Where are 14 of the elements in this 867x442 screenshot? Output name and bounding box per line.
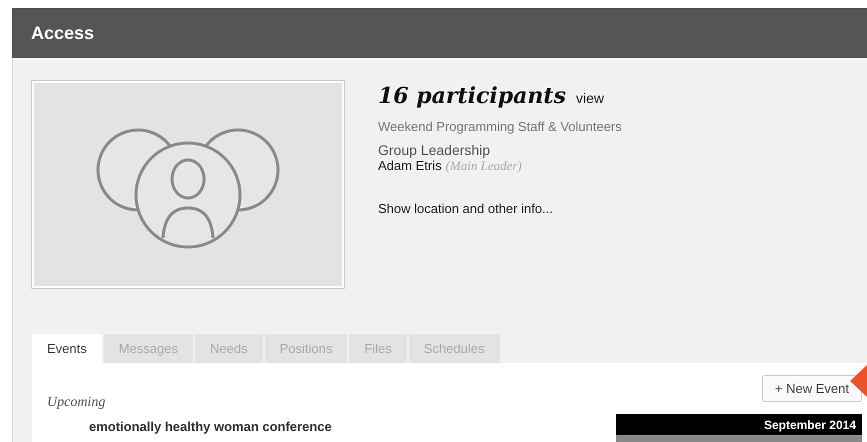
tab[interactable]: Events: [32, 334, 102, 363]
section-label: Upcoming: [47, 395, 106, 411]
page-title: Access: [31, 22, 94, 44]
leader-role: (Main Leader): [446, 158, 522, 174]
group-name: Weekend Programming Staff & Volunteers: [378, 119, 622, 134]
participants-count: 16 participants: [378, 83, 566, 109]
pointer-icon: [850, 365, 867, 397]
location-link[interactable]: Show location and other info...: [378, 201, 622, 216]
new-event-button[interactable]: + New Event: [762, 375, 862, 402]
calendar-month: September 2014: [764, 418, 856, 432]
view-link[interactable]: view: [576, 90, 604, 106]
leader-name: Adam Etris: [378, 158, 442, 173]
leadership-label: Group Leadership: [378, 142, 492, 158]
event-link[interactable]: emotionally healthy woman conference: [89, 419, 332, 434]
